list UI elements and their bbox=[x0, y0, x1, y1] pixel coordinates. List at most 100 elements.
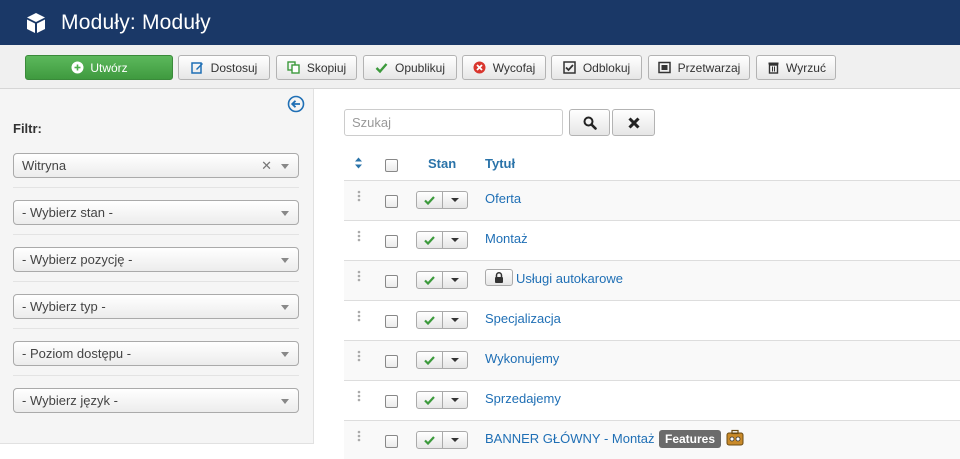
trash-button[interactable]: Wyrzuć bbox=[756, 55, 836, 80]
unpublish-button-label: Wycofaj bbox=[492, 60, 536, 75]
checkin-lock-button[interactable] bbox=[485, 269, 513, 286]
row-checkbox[interactable] bbox=[385, 315, 398, 328]
chevron-down-icon bbox=[281, 164, 289, 169]
drag-handle-icon[interactable] bbox=[357, 190, 361, 202]
published-check-icon[interactable] bbox=[416, 191, 443, 209]
clear-icon[interactable]: ✕ bbox=[261, 158, 272, 174]
status-filter-select[interactable]: - Wybierz stan - bbox=[13, 200, 299, 225]
publish-button[interactable]: Opublikuj bbox=[363, 55, 457, 80]
collapse-sidebar-icon[interactable] bbox=[287, 95, 305, 113]
batch-button-label: Przetwarzaj bbox=[677, 60, 741, 75]
row-title-link[interactable]: Montaż bbox=[485, 231, 528, 246]
drag-handle-icon[interactable] bbox=[357, 310, 361, 322]
copy-button[interactable]: Skopiuj bbox=[276, 55, 357, 80]
site-select-value: Witryna bbox=[22, 158, 67, 173]
select-all-checkbox[interactable] bbox=[385, 159, 398, 172]
table-row: BANNER GŁÓWNY - Montaż Features bbox=[344, 421, 960, 459]
status-toggle[interactable] bbox=[416, 311, 468, 329]
filter-label: Filtr: bbox=[13, 121, 42, 136]
site-select[interactable]: Witryna ✕ bbox=[13, 153, 299, 178]
trash-icon bbox=[766, 61, 780, 75]
status-toggle[interactable] bbox=[416, 231, 468, 249]
close-icon bbox=[627, 116, 640, 129]
toolbar: Utwórz Dostosuj Skopiuj Opublikuj Wycofa… bbox=[0, 45, 960, 89]
clear-search-button[interactable] bbox=[612, 109, 655, 136]
divider bbox=[13, 375, 299, 376]
divider bbox=[13, 187, 299, 188]
chevron-down-icon bbox=[281, 305, 289, 310]
row-checkbox[interactable] bbox=[385, 195, 398, 208]
published-check-icon[interactable] bbox=[416, 431, 443, 449]
create-button[interactable]: Utwórz bbox=[25, 55, 173, 80]
status-toggle[interactable] bbox=[416, 191, 468, 209]
language-filter-value: - Wybierz język - bbox=[22, 393, 118, 408]
published-check-icon[interactable] bbox=[416, 391, 443, 409]
trash-button-label: Wyrzuć bbox=[786, 60, 826, 75]
row-title-link[interactable]: Wykonujemy bbox=[485, 351, 559, 366]
divider bbox=[13, 281, 299, 282]
edit-button[interactable]: Dostosuj bbox=[178, 55, 270, 80]
drag-handle-icon[interactable] bbox=[357, 350, 361, 362]
status-dropdown-button[interactable] bbox=[443, 191, 468, 209]
table-header: Stan Tytuł bbox=[344, 146, 960, 181]
row-title-link[interactable]: Usługi autokarowe bbox=[516, 271, 623, 286]
status-toggle[interactable] bbox=[416, 271, 468, 289]
copy-icon bbox=[287, 61, 301, 75]
published-check-icon[interactable] bbox=[416, 351, 443, 369]
search-input[interactable] bbox=[344, 109, 563, 136]
publish-button-label: Opublikuj bbox=[394, 60, 446, 75]
table-row: Specjalizacja bbox=[344, 301, 960, 341]
column-header-status[interactable]: Stan bbox=[428, 156, 456, 171]
table-row: Usługi autokarowe bbox=[344, 261, 960, 301]
checkin-button[interactable]: Odblokuj bbox=[551, 55, 642, 80]
published-check-icon[interactable] bbox=[416, 311, 443, 329]
checkin-icon bbox=[563, 61, 577, 75]
access-filter-select[interactable]: - Poziom dostępu - bbox=[13, 341, 299, 366]
type-filter-select[interactable]: - Wybierz typ - bbox=[13, 294, 299, 319]
status-toggle[interactable] bbox=[416, 351, 468, 369]
chevron-down-icon bbox=[281, 399, 289, 404]
status-dropdown-button[interactable] bbox=[443, 391, 468, 409]
row-title-link[interactable]: Specjalizacja bbox=[485, 311, 561, 326]
sort-icon[interactable] bbox=[354, 157, 363, 169]
access-filter-value: - Poziom dostępu - bbox=[22, 346, 132, 361]
status-toggle[interactable] bbox=[416, 391, 468, 409]
published-check-icon[interactable] bbox=[416, 271, 443, 289]
search-button[interactable] bbox=[569, 109, 610, 136]
row-checkbox[interactable] bbox=[385, 275, 398, 288]
batch-button[interactable]: Przetwarzaj bbox=[648, 55, 750, 80]
row-checkbox[interactable] bbox=[385, 235, 398, 248]
chevron-down-icon bbox=[281, 211, 289, 216]
row-title-link[interactable]: Oferta bbox=[485, 191, 521, 206]
position-filter-value: - Wybierz pozycję - bbox=[22, 252, 133, 267]
position-filter-select[interactable]: - Wybierz pozycję - bbox=[13, 247, 299, 272]
drag-handle-icon[interactable] bbox=[357, 430, 361, 442]
status-dropdown-button[interactable] bbox=[443, 351, 468, 369]
language-filter-select[interactable]: - Wybierz język - bbox=[13, 388, 299, 413]
create-button-label: Utwórz bbox=[90, 60, 128, 75]
row-title-link[interactable]: BANNER GŁÓWNY - Montaż bbox=[485, 431, 655, 446]
table-row: Montaż bbox=[344, 221, 960, 261]
status-toggle[interactable] bbox=[416, 431, 468, 449]
status-dropdown-button[interactable] bbox=[443, 431, 468, 449]
drag-handle-icon[interactable] bbox=[357, 270, 361, 282]
row-checkbox[interactable] bbox=[385, 355, 398, 368]
status-dropdown-button[interactable] bbox=[443, 271, 468, 289]
column-header-title[interactable]: Tytuł bbox=[485, 156, 515, 171]
copy-button-label: Skopiuj bbox=[306, 60, 347, 75]
checkin-button-label: Odblokuj bbox=[582, 60, 631, 75]
type-filter-value: - Wybierz typ - bbox=[22, 299, 106, 314]
unpublish-icon bbox=[473, 61, 487, 75]
unpublish-button[interactable]: Wycofaj bbox=[462, 55, 546, 80]
status-dropdown-button[interactable] bbox=[443, 231, 468, 249]
chevron-down-icon bbox=[281, 352, 289, 357]
row-checkbox[interactable] bbox=[385, 435, 398, 448]
row-title-link[interactable]: Sprzedajemy bbox=[485, 391, 561, 406]
published-check-icon[interactable] bbox=[416, 231, 443, 249]
status-dropdown-button[interactable] bbox=[443, 311, 468, 329]
drag-handle-icon[interactable] bbox=[357, 390, 361, 402]
row-checkbox[interactable] bbox=[385, 395, 398, 408]
drag-handle-icon[interactable] bbox=[357, 230, 361, 242]
table-row: Wykonujemy bbox=[344, 341, 960, 381]
lock-icon bbox=[495, 272, 503, 283]
